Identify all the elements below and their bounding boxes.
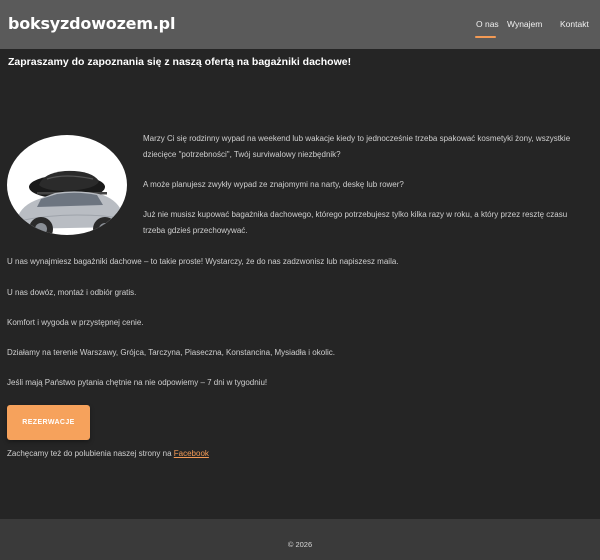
page-title: Zapraszamy do zapoznania się z naszą ofe… — [8, 56, 352, 68]
intro-line: Marzy Ci się rodzinny wypad na weekend l… — [143, 134, 571, 143]
copyright-text: © 2026 — [287, 540, 313, 549]
intro-line: dziecięce "potrzebności", Twój surviwalo… — [143, 150, 341, 159]
reservations-button[interactable]: REZERWACJE — [7, 405, 90, 440]
body-paragraph: U nas dowóz, montaż i odbiór gratis. — [7, 288, 137, 297]
car-with-roof-box-icon — [15, 170, 124, 235]
roof-box-car-image — [7, 135, 127, 235]
body-paragraph: Działamy na terenie Warszawy, Grójca, Ta… — [7, 348, 335, 357]
body-paragraph: Komfort i wygoda w przystępnej cenie. — [7, 318, 144, 327]
nav-item-kontakt[interactable]: Kontakt — [560, 19, 589, 29]
facebook-invite-text: Zachęcamy też do polubienia naszej stron… — [7, 449, 174, 458]
nav-item-o-nas[interactable]: O nas — [476, 19, 499, 29]
main-nav: O nas Wynajem Kontakt — [0, 19, 600, 39]
nav-item-wynajem[interactable]: Wynajem — [507, 19, 542, 29]
facebook-invite: Zachęcamy też do polubienia naszej stron… — [7, 448, 209, 460]
site-footer: © 2026 — [0, 519, 600, 560]
nav-active-indicator — [475, 36, 496, 38]
site-header: boksyzdowozem.pl O nas Wynajem Kontakt — [0, 0, 600, 49]
facebook-link[interactable]: Facebook — [174, 449, 209, 458]
intro-line: A może planujesz zwykły wypad ze znajomy… — [143, 180, 404, 189]
intro-line: Już nie musisz kupować bagażnika dachowe… — [143, 210, 568, 219]
intro-line: trzeba gdzieś przechowywać. — [143, 226, 248, 235]
body-paragraph: Jeśli mają Państwo pytania chętnie na ni… — [7, 378, 268, 387]
body-paragraph: U nas wynajmiesz bagażniki dachowe – to … — [7, 257, 399, 266]
